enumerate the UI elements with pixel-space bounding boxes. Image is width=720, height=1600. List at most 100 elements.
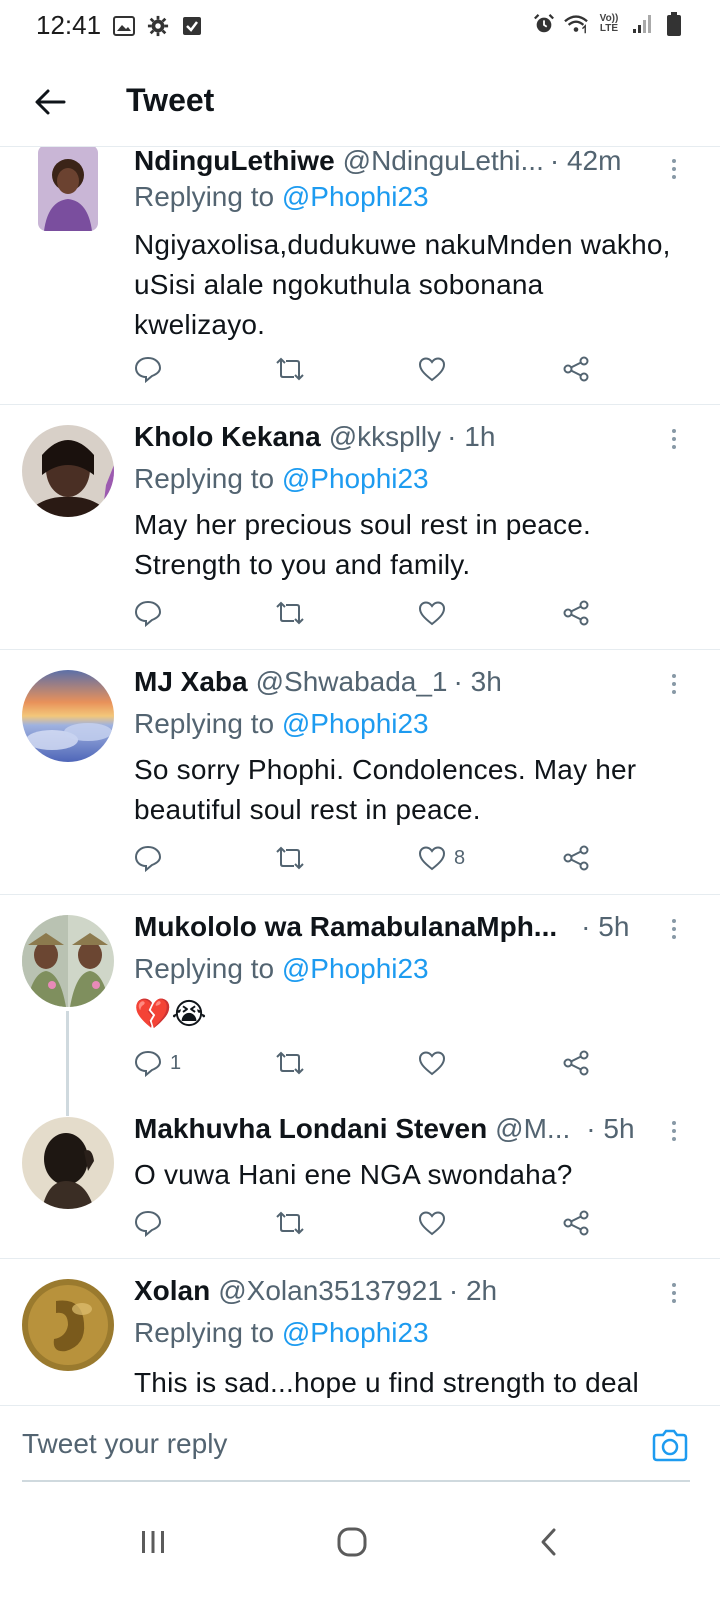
back-icon bbox=[541, 1528, 556, 1556]
reply-button[interactable] bbox=[134, 351, 170, 387]
avatar[interactable] bbox=[22, 915, 114, 1007]
replying-to-label: Replying to bbox=[134, 463, 275, 494]
status-right-icons: Vo)) LTE bbox=[532, 12, 686, 36]
share-icon bbox=[563, 356, 589, 382]
comment-icon bbox=[134, 845, 162, 872]
reply-input-underline bbox=[22, 1480, 690, 1482]
retweet-button[interactable] bbox=[274, 1045, 306, 1081]
tweet-header: NdinguLethiwe @NdinguLethi... · 42m bbox=[134, 147, 668, 177]
home-icon bbox=[337, 1527, 367, 1557]
avatar[interactable] bbox=[22, 425, 114, 517]
more-options-button[interactable] bbox=[664, 1117, 684, 1145]
recent-apps-icon bbox=[142, 1531, 164, 1553]
tweet-header: MJ Xaba @Shwabada_1 · 3h bbox=[134, 666, 668, 698]
reply-input[interactable]: Tweet your reply bbox=[22, 1428, 227, 1460]
replying-to-mention[interactable]: @Phophi23 bbox=[282, 181, 429, 212]
like-button[interactable] bbox=[418, 1205, 454, 1241]
reply-button[interactable] bbox=[134, 840, 170, 876]
share-button[interactable] bbox=[562, 595, 590, 631]
heart-icon bbox=[418, 357, 446, 382]
tweet-actions: 1 bbox=[134, 1045, 604, 1081]
share-button[interactable] bbox=[562, 840, 590, 876]
like-count: 8 bbox=[454, 846, 466, 869]
replying-to-mention[interactable]: @Phophi23 bbox=[282, 708, 429, 739]
author-name[interactable]: Kholo Kekana bbox=[134, 421, 321, 453]
tweet[interactable]: Kholo Kekana @kksplly · 1h Replying to @… bbox=[0, 405, 720, 650]
author-handle[interactable]: @NdinguLethi... bbox=[343, 147, 544, 177]
like-button[interactable]: 8 bbox=[418, 840, 465, 876]
tweet[interactable]: MJ Xaba @Shwabada_1 · 3h Replying to @Ph… bbox=[0, 650, 720, 895]
tweet[interactable]: Makhuvha Londani Steven @M... · 5h O vuw… bbox=[0, 1097, 720, 1259]
author-handle[interactable]: @kksplly bbox=[329, 421, 441, 453]
checkbox-icon bbox=[180, 14, 204, 38]
replying-to-label: Replying to bbox=[134, 708, 275, 739]
more-options-button[interactable] bbox=[664, 425, 684, 453]
author-handle[interactable]: @M... bbox=[495, 1113, 570, 1145]
author-handle[interactable]: @Shwabada_1 bbox=[256, 666, 448, 698]
replying-to-mention[interactable]: @Phophi23 bbox=[282, 953, 429, 984]
retweet-icon bbox=[276, 357, 304, 381]
replying-to-mention[interactable]: @Phophi23 bbox=[282, 463, 429, 494]
tweet-actions bbox=[134, 351, 604, 387]
share-icon bbox=[563, 1210, 589, 1236]
system-back-button[interactable] bbox=[524, 1522, 574, 1562]
like-button[interactable] bbox=[418, 1045, 454, 1081]
image-icon bbox=[112, 14, 136, 38]
replying-to-mention[interactable]: @Phophi23 bbox=[282, 1317, 429, 1348]
camera-button[interactable] bbox=[650, 1426, 690, 1466]
share-button[interactable] bbox=[562, 1205, 590, 1241]
status-left-icons bbox=[112, 14, 204, 38]
author-name[interactable]: Xolan bbox=[134, 1275, 210, 1307]
tweet-text: So sorry Phophi. Condolences. May her be… bbox=[134, 754, 637, 825]
like-button[interactable] bbox=[418, 351, 454, 387]
reply-button[interactable] bbox=[134, 595, 170, 631]
like-button[interactable] bbox=[418, 595, 454, 631]
author-handle[interactable]: @Xolan35137921 bbox=[218, 1275, 443, 1307]
tweet[interactable]: NdinguLethiwe @NdinguLethi... · 42m Repl… bbox=[0, 147, 720, 405]
reply-feed[interactable]: NdinguLethiwe @NdinguLethi... · 42m Repl… bbox=[0, 147, 720, 1407]
arrow-left-icon bbox=[35, 89, 66, 115]
home-button[interactable] bbox=[327, 1522, 377, 1562]
tweet[interactable]: Mukololo wa RamabulanaMph... · 5h Replyi… bbox=[0, 895, 720, 1097]
comment-icon bbox=[134, 600, 162, 627]
author-name[interactable]: NdinguLethiwe bbox=[134, 147, 335, 177]
more-options-button[interactable] bbox=[664, 915, 684, 943]
tweet-header: Kholo Kekana @kksplly · 1h bbox=[134, 421, 668, 453]
replying-to-label: Replying to bbox=[134, 181, 275, 212]
reply-bar: Tweet your reply bbox=[0, 1405, 720, 1484]
tweet[interactable]: Xolan @Xolan35137921 · 2h Replying to @P… bbox=[0, 1259, 720, 1407]
author-name[interactable]: Mukololo wa RamabulanaMph... bbox=[134, 911, 557, 943]
share-icon bbox=[563, 1050, 589, 1076]
share-icon bbox=[563, 600, 589, 626]
more-options-button[interactable] bbox=[664, 155, 684, 183]
reply-button[interactable] bbox=[134, 1205, 170, 1241]
share-button[interactable] bbox=[562, 351, 590, 387]
reply-button[interactable]: 1 bbox=[134, 1045, 181, 1081]
tweet-text: Ngiyaxolisa,dudukuwe nakuMnden wakho, uS… bbox=[134, 229, 671, 340]
tweet-text: May her precious soul rest in peace. Str… bbox=[134, 509, 591, 580]
tweet-header: Xolan @Xolan35137921 · 2h bbox=[134, 1275, 668, 1307]
author-name[interactable]: Makhuvha Londani Steven bbox=[134, 1113, 487, 1145]
retweet-icon bbox=[276, 1051, 304, 1075]
tweet-text: O vuwa Hani ene NGA swondaha? bbox=[134, 1159, 573, 1190]
page-title: Tweet bbox=[126, 82, 215, 118]
author-name[interactable]: MJ Xaba bbox=[134, 666, 248, 698]
replying-to: Replying to @Phophi23 bbox=[134, 1317, 429, 1349]
tweet-actions: 8 bbox=[134, 840, 604, 876]
retweet-button[interactable] bbox=[274, 595, 306, 631]
more-options-button[interactable] bbox=[664, 670, 684, 698]
retweet-button[interactable] bbox=[274, 840, 306, 876]
back-button[interactable] bbox=[28, 80, 72, 124]
retweet-button[interactable] bbox=[274, 1205, 306, 1241]
avatar[interactable] bbox=[22, 1279, 114, 1371]
retweet-button[interactable] bbox=[274, 351, 306, 387]
avatar[interactable] bbox=[22, 1117, 114, 1209]
avatar[interactable] bbox=[22, 670, 114, 762]
avatar[interactable] bbox=[38, 147, 98, 231]
recent-apps-button[interactable] bbox=[128, 1522, 178, 1562]
more-options-button[interactable] bbox=[664, 1279, 684, 1307]
share-button[interactable] bbox=[562, 1045, 590, 1081]
volte-lte-icon: Vo)) LTE bbox=[596, 12, 622, 36]
tweet-text: 💔😭 bbox=[134, 998, 207, 1031]
tweet-time: · 5h bbox=[581, 911, 630, 942]
